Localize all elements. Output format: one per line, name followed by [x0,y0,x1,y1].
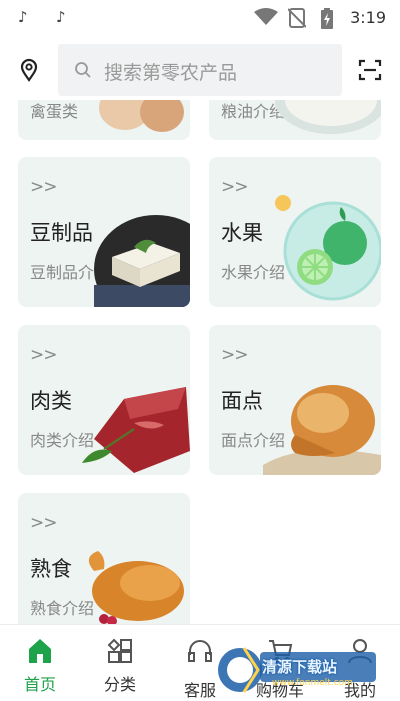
headset-icon [186,637,214,665]
home-icon [26,637,54,665]
category-title: 面点 [221,389,263,413]
scan-icon[interactable] [358,58,382,82]
eggs-image [99,100,184,132]
more-arrow: >> [30,345,57,365]
tofu-image [94,215,190,307]
category-card-cooked[interactable]: >> 熟食 熟食介绍 [18,493,190,624]
status-bar: ♪ ♪ 3:19 [0,0,400,36]
category-card-tofu[interactable]: >> 豆制品 豆制品介绍 [18,157,190,307]
category-title: 水果 [221,221,263,245]
category-card-eggs[interactable]: 禽蛋类 [18,100,190,140]
category-card-grain[interactable]: 粮油介绍 [209,100,381,140]
category-grid: 禽蛋类 粮油介绍 >> 豆制品 豆制品介绍 >> 水果 水果介绍 >> 肉类 肉… [0,100,400,624]
fruit-lime-image [275,195,381,301]
meat-image [82,387,190,473]
category-title: 熟食 [30,557,72,581]
category-title: 肉类 [30,389,72,413]
search-placeholder: 搜索第零农产品 [104,62,238,84]
search-row: 搜索第零农产品 [0,38,400,100]
location-icon[interactable] [17,58,41,82]
tiktok-icon: ♪ [18,8,28,26]
bread-image [263,385,381,475]
more-arrow: >> [30,513,57,533]
battery-charging-icon [320,8,334,34]
search-icon [74,61,92,79]
category-desc: 禽蛋类 [30,102,79,121]
roast-chicken-image [88,551,184,624]
category-card-pastry[interactable]: >> 面点 面点介绍 [209,325,381,475]
watermark-text: 清源下载站 [262,658,338,676]
more-arrow: >> [221,345,248,365]
wifi-icon [254,8,278,30]
tab-home[interactable]: 首页 [0,625,80,701]
more-arrow: >> [221,177,248,197]
more-arrow: >> [30,177,57,197]
category-title: 豆制品 [30,221,93,245]
category-card-meat[interactable]: >> 肉类 肉类介绍 [18,325,190,475]
no-sim-icon [287,8,307,32]
watermark-url: www.fonmelt.com [272,678,353,688]
tab-label: 首页 [23,675,56,694]
tab-category[interactable]: 分类 [80,625,160,701]
search-input[interactable]: 搜索第零农产品 [58,44,342,96]
tiktok-icon: ♪ [56,8,66,26]
clock: 3:19 [350,8,386,27]
rice-image [275,100,381,134]
category-icon [106,637,134,665]
tab-label: 分类 [103,675,136,694]
category-card-fruit[interactable]: >> 水果 水果介绍 [209,157,381,307]
